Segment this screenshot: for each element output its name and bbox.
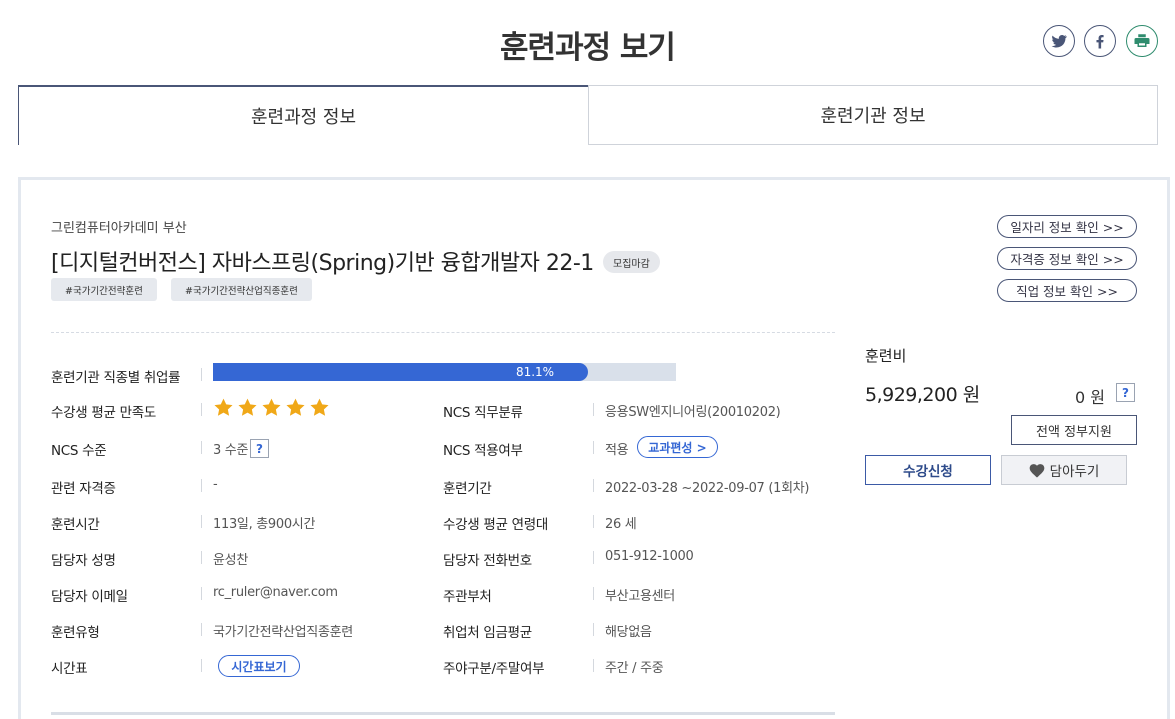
cert-value: - [213, 477, 218, 492]
manager-value: 윤성찬 [213, 553, 248, 568]
separator [201, 515, 202, 528]
star-icon [238, 398, 257, 416]
wage-value: 해당없음 [605, 625, 652, 640]
satisfaction-stars [213, 397, 330, 418]
separator [201, 587, 202, 600]
separator [201, 551, 202, 564]
email-label: 담당자 이메일 [51, 589, 128, 605]
fee-amount: 5,929,200 원 [865, 384, 980, 406]
twitter-share-button[interactable] [1043, 25, 1075, 57]
separator [593, 441, 594, 454]
separator [201, 479, 202, 492]
ncs-level-label: NCS 수준 [51, 443, 107, 459]
tab-course-info[interactable]: 훈련과정 정보 [18, 85, 589, 145]
hours-label: 훈련시간 [51, 517, 100, 533]
bottom-divider [51, 712, 835, 715]
star-icon [214, 398, 233, 416]
gov-support-button[interactable]: 전액 정부지원 [1011, 415, 1137, 445]
satisfaction-label: 수강생 평균 만족도 [51, 405, 156, 421]
ncs-job-value: 응용SW엔지니어링(20010202) [605, 405, 781, 420]
star-icon [286, 398, 305, 416]
phone-value: 051-912-1000 [605, 549, 694, 564]
separator [593, 623, 594, 636]
daynight-value: 주간 / 주중 [605, 661, 664, 676]
schedule-view-button[interactable]: 시간표보기 [218, 655, 300, 677]
occupation-info-button[interactable]: 직업 정보 확인 >> [997, 279, 1137, 302]
print-icon [1134, 34, 1150, 47]
dept-value: 부산고용센터 [605, 589, 675, 604]
curriculum-button[interactable]: 교과편성 > [637, 436, 718, 458]
apply-button[interactable]: 수강신청 [865, 455, 991, 485]
employment-rate-label: 훈련기관 직종별 취업률 [51, 370, 181, 386]
cert-label: 관련 자격증 [51, 481, 116, 497]
ncs-level-value: 3 수준 [213, 443, 249, 458]
hours-value: 113일, 총900시간 [213, 517, 316, 532]
separator [593, 659, 594, 672]
email-value: rc_ruler@naver.com [213, 585, 338, 600]
ncs-level-help-button[interactable]: ? [250, 439, 269, 458]
type-label: 훈련유형 [51, 625, 100, 641]
heart-icon [1029, 463, 1044, 477]
separator [593, 479, 594, 492]
separator [593, 515, 594, 528]
job-info-button[interactable]: 일자리 정보 확인 >> [997, 215, 1137, 238]
tag-national-strategy: #국가기간전략훈련 [51, 278, 157, 301]
period-value: 2022-03-28 ~2022-09-07 (1회차) [605, 481, 810, 496]
tag-national-strategy-industry: #국가기간전략산업직종훈련 [171, 278, 312, 301]
ncs-apply-label: NCS 적용여부 [443, 443, 523, 459]
manager-label: 담당자 성명 [51, 553, 116, 569]
separator [201, 368, 202, 381]
separator [201, 623, 202, 636]
tab-bar: 훈련과정 정보 훈련기관 정보 [18, 85, 1158, 145]
employment-rate-value: 81.1% [515, 365, 555, 379]
separator [201, 441, 202, 454]
facebook-icon [1096, 35, 1104, 49]
institution-name: 그린컴퓨터아카데미 부산 [51, 221, 187, 236]
separator [201, 403, 202, 416]
separator [201, 659, 202, 672]
tab-institution-info[interactable]: 훈련기관 정보 [588, 85, 1158, 145]
twitter-icon [1051, 34, 1067, 48]
age-value: 26 세 [605, 517, 637, 532]
print-button[interactable] [1126, 25, 1158, 57]
wage-label: 취업처 임금평균 [443, 625, 532, 641]
fee-label: 훈련비 [865, 347, 907, 365]
age-label: 수강생 평균 연령대 [443, 517, 548, 533]
separator [593, 551, 594, 564]
type-value: 국가기간전략산업직종훈련 [213, 625, 353, 640]
status-badge: 모집마감 [603, 251, 660, 273]
separator [593, 403, 594, 416]
period-label: 훈련기간 [443, 481, 492, 497]
dept-label: 주관부처 [443, 589, 492, 605]
cert-info-button[interactable]: 자격증 정보 확인 >> [997, 247, 1137, 270]
star-icon [310, 398, 329, 416]
page-title: 훈련과정 보기 [500, 30, 676, 66]
wishlist-button[interactable]: 담아두기 [1001, 455, 1127, 485]
section-divider [51, 332, 835, 333]
separator [593, 587, 594, 600]
ncs-job-label: NCS 직무분류 [443, 405, 523, 421]
star-icon [262, 398, 281, 416]
daynight-label: 주야구분/주말여부 [443, 661, 545, 677]
phone-label: 담당자 전화번호 [443, 553, 532, 569]
facebook-share-button[interactable] [1084, 25, 1116, 57]
wishlist-label: 담아두기 [1049, 464, 1100, 480]
self-pay-help-button[interactable]: ? [1116, 383, 1135, 402]
schedule-label: 시간표 [51, 661, 88, 677]
course-title: [디지털컨버전스] 자바스프링(Spring)기반 융합개발자 22-1 [51, 251, 594, 276]
self-pay-amount: 0 원 [1075, 388, 1105, 407]
ncs-apply-value: 적용 [605, 443, 629, 458]
